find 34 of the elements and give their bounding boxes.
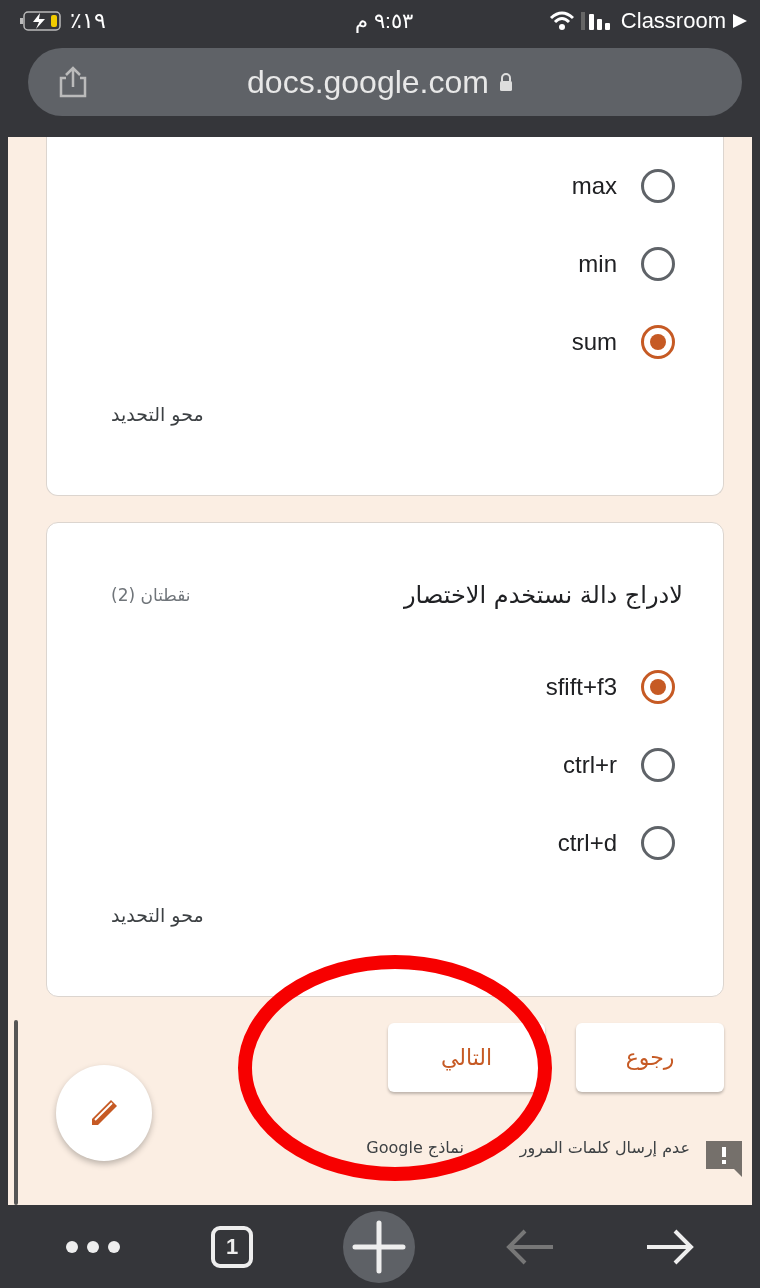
wifi-icon [548,11,575,31]
option-label: min [578,250,617,278]
option-label: sum [571,328,617,356]
tabs-button[interactable]: 1 [211,1225,253,1268]
radio-button[interactable] [641,169,675,203]
nav-button[interactable]: التالي [388,1023,545,1092]
footer-text: عدم إرسال كلمات المرور [519,1138,690,1157]
play-icon [732,13,748,29]
clear-selection-link[interactable]: محو التحديد [111,403,204,425]
points-label: نقطتان (2) [111,585,191,605]
url-text: docs.google.com [247,63,489,101]
question-title: لادراج دالة نستخدم الاختصار [404,581,683,609]
more-icon[interactable] [65,1239,121,1254]
carrier-label: Classroom [620,8,726,34]
radio-button[interactable] [641,325,675,359]
radio-button[interactable] [641,670,675,704]
option-label: ctrl+r [563,751,617,779]
battery-charging-icon [20,10,64,32]
address-bar[interactable]: docs.google.com [28,48,742,116]
option-label: sfift+f3 [545,673,617,701]
clock-time: ٩:٥٣ م [355,9,413,33]
nav-button[interactable]: رجوع [576,1023,724,1092]
lock-icon [498,73,513,91]
option-label: ctrl+d [557,829,617,857]
radio-button[interactable] [641,826,675,860]
feedback-icon[interactable] [704,1139,744,1179]
radio-button[interactable] [641,748,675,782]
battery-percentage: ٪١٩ [70,8,106,34]
share-icon[interactable] [58,66,88,98]
footer-text: نماذج Google [366,1138,464,1157]
option-label: max [571,172,617,200]
radio-button[interactable] [641,247,675,281]
clear-selection-link[interactable]: محو التحديد [111,904,204,926]
plus-icon[interactable] [343,1210,415,1283]
